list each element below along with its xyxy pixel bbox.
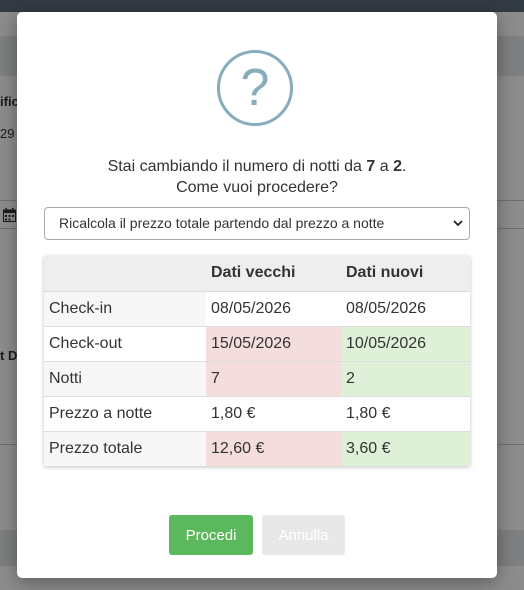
recalculation-mode-select[interactable]: Ricalcola il prezzo totale partendo dal …	[44, 207, 470, 240]
old-value: 1,80 €	[206, 395, 341, 431]
new-value: 08/05/2026	[341, 290, 470, 326]
row-label: Check-out	[44, 325, 206, 361]
message-prefix: Stai cambiando il numero di notti da	[107, 158, 367, 175]
old-value-changed: 7	[206, 360, 341, 396]
header-empty	[44, 256, 206, 291]
message-suffix: .	[401, 158, 407, 175]
header-old-data: Dati vecchi	[206, 256, 341, 291]
message-middle: a	[375, 158, 394, 175]
row-label: Check-in	[44, 290, 206, 326]
table-row-total-price: Prezzo totale 12,60 € 3,60 €	[44, 430, 470, 466]
old-value-changed: 15/05/2026	[206, 325, 341, 361]
table-row-price-per-night: Prezzo a notte 1,80 € 1,80 €	[44, 395, 470, 431]
chevron-down-icon	[453, 220, 463, 227]
new-value-changed: 3,60 €	[341, 430, 470, 466]
message-question: Come vuoi procedere?	[176, 179, 338, 196]
comparison-table: Dati vecchi Dati nuovi Check-in 08/05/20…	[44, 256, 470, 466]
new-value-changed: 10/05/2026	[341, 325, 470, 361]
table-row-nights: Notti 7 2	[44, 360, 470, 396]
cancel-button[interactable]: Annulla	[262, 515, 345, 555]
old-value: 08/05/2026	[206, 290, 341, 326]
header-new-data: Dati nuovi	[341, 256, 470, 291]
new-value-changed: 2	[341, 360, 470, 396]
new-nights-count: 2	[393, 158, 402, 175]
confirm-nights-dialog: ? Stai cambiando il numero di notti da 7…	[17, 12, 497, 578]
select-value: Ricalcola il prezzo totale partendo dal …	[59, 215, 385, 231]
table-header-row: Dati vecchi Dati nuovi	[44, 256, 470, 291]
table-row-checkout: Check-out 15/05/2026 10/05/2026	[44, 325, 470, 361]
old-nights-count: 7	[366, 158, 376, 175]
proceed-button[interactable]: Procedi	[169, 515, 253, 555]
row-label: Prezzo a notte	[44, 395, 206, 431]
table-row-checkin: Check-in 08/05/2026 08/05/2026	[44, 290, 470, 326]
question-circle-icon: ?	[217, 50, 293, 126]
row-label: Prezzo totale	[44, 430, 206, 466]
row-label: Notti	[44, 360, 206, 396]
old-value-changed: 12,60 €	[206, 430, 341, 466]
dialog-message: Stai cambiando il numero di notti da 7 a…	[17, 156, 497, 198]
new-value: 1,80 €	[341, 395, 470, 431]
